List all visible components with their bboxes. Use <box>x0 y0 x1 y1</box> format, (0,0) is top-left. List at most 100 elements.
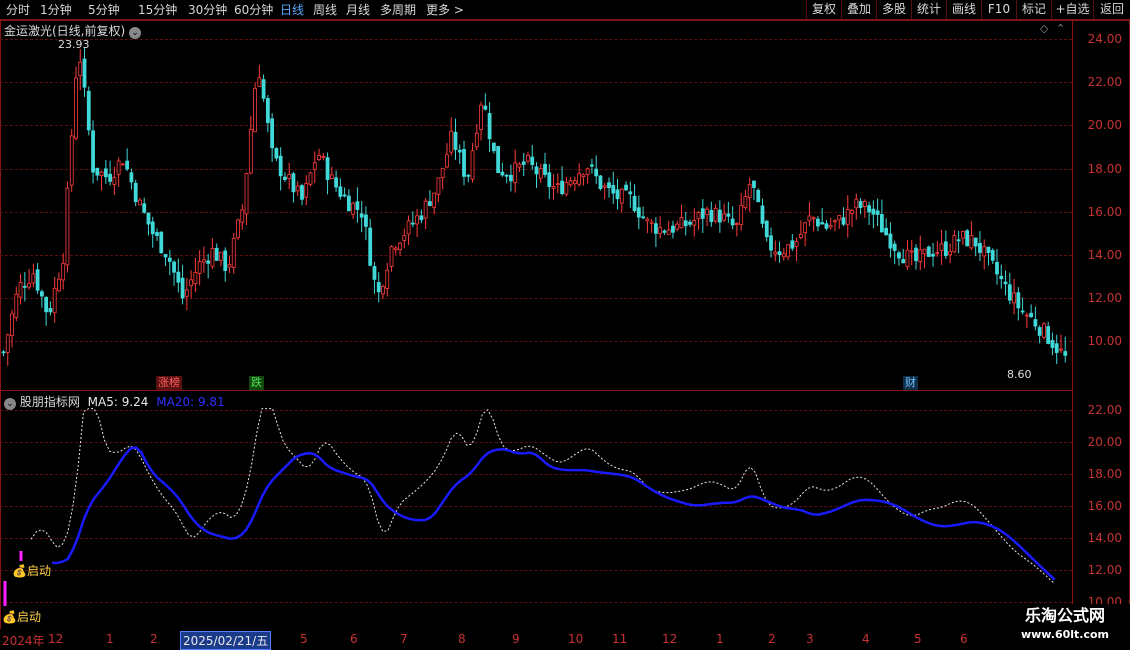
restore-rights-button[interactable]: 复权 <box>806 0 841 19</box>
month-label: 2 <box>150 632 158 646</box>
candle-body <box>163 254 168 258</box>
candle-body <box>364 214 368 227</box>
candle-body <box>705 208 709 216</box>
candle-body <box>999 275 1004 280</box>
draw-line-button[interactable]: 画线 <box>946 0 981 19</box>
period-weekly[interactable]: 周线 <box>313 2 337 18</box>
price-tick: 22.00 <box>1087 75 1122 89</box>
candle-body <box>619 188 624 204</box>
candle-body <box>752 180 756 188</box>
candle-body <box>376 282 381 293</box>
candle-body <box>381 285 385 295</box>
candle-body <box>5 334 10 353</box>
candle-body <box>453 131 458 150</box>
overlay-button[interactable]: 叠加 <box>841 0 876 19</box>
indicator-tick: 16.00 <box>1087 499 1122 513</box>
candle-body <box>265 98 270 124</box>
f10-button[interactable]: F10 <box>981 0 1016 19</box>
candle-body <box>1059 348 1063 351</box>
candle-body <box>671 225 675 233</box>
candle-body <box>86 90 91 131</box>
candle-body <box>538 168 543 179</box>
candle-body <box>176 271 181 283</box>
add-watchlist-button[interactable]: +自选 <box>1051 0 1093 19</box>
candle-body <box>713 207 718 222</box>
candle-body <box>935 252 940 254</box>
month-label: 6 <box>960 632 968 646</box>
statistics-button[interactable]: 统计 <box>911 0 946 19</box>
period-1min[interactable]: 1分钟 <box>40 2 72 18</box>
candle-body <box>948 251 953 256</box>
candle-body <box>31 273 36 284</box>
candle-body <box>790 240 795 249</box>
candle-body <box>726 213 731 217</box>
candle-body <box>730 218 735 226</box>
limit-down-badge[interactable]: 跌 <box>249 376 264 390</box>
period-monthly[interactable]: 月线 <box>346 2 370 18</box>
candle-body <box>602 185 607 188</box>
candle-body <box>103 168 108 178</box>
candle-body <box>466 174 471 177</box>
candle-body <box>897 252 901 259</box>
candle-body <box>624 184 628 191</box>
indicator-chart[interactable] <box>0 391 1072 629</box>
candle-body <box>91 130 95 173</box>
candlestick-chart[interactable] <box>0 21 1072 389</box>
candle-body <box>828 225 833 228</box>
candle-body <box>133 182 138 203</box>
candle-body <box>231 237 236 268</box>
candle-body <box>973 237 978 247</box>
period-5min[interactable]: 5分钟 <box>88 2 120 18</box>
candle-body <box>359 213 364 218</box>
period-intraday[interactable]: 分时 <box>6 2 30 18</box>
candle-body <box>504 174 509 177</box>
price-tick: 16.00 <box>1087 205 1122 219</box>
candle-body <box>585 168 590 176</box>
candle-body <box>483 105 488 110</box>
candle-body <box>82 58 87 88</box>
candle-body <box>44 296 49 313</box>
candle-body <box>978 242 982 253</box>
candle-body <box>1050 340 1055 348</box>
candle-body <box>786 244 790 258</box>
multi-stock-button[interactable]: 多股 <box>876 0 911 19</box>
candle-body <box>184 289 189 297</box>
candle-body <box>572 180 577 185</box>
candle-body <box>794 241 799 247</box>
period-daily[interactable]: 日线 <box>280 2 304 18</box>
candle-body <box>547 172 552 187</box>
candle-body <box>487 113 492 140</box>
candle-body <box>739 205 744 225</box>
candle-body <box>287 174 292 179</box>
candle-body <box>312 162 317 170</box>
candle-body <box>811 217 816 220</box>
candle-body <box>244 172 249 215</box>
candle-body <box>666 229 671 235</box>
candle-body <box>219 251 223 261</box>
period-30min[interactable]: 30分钟 <box>188 2 227 18</box>
candle-body <box>278 155 283 177</box>
mark-button[interactable]: 标记 <box>1016 0 1051 19</box>
period-multi[interactable]: 多周期 <box>380 2 416 18</box>
candle-body <box>995 261 999 275</box>
period-60min[interactable]: 60分钟 <box>234 2 273 18</box>
candle-body <box>1007 284 1012 301</box>
period-more[interactable]: 更多 > <box>426 2 464 18</box>
candle-body <box>368 227 373 266</box>
candle-body <box>129 172 134 183</box>
candle-body <box>1042 323 1046 338</box>
limit-up-badge[interactable]: 涨榜 <box>156 376 182 390</box>
candle-body <box>398 242 402 250</box>
candle-body <box>939 243 944 251</box>
candle-body <box>560 180 564 195</box>
candle-body <box>645 218 650 222</box>
candle-body <box>108 173 112 182</box>
candle-body <box>474 132 479 148</box>
candle-body <box>415 215 420 225</box>
candle-body <box>905 249 910 268</box>
back-button[interactable]: 返回 <box>1093 0 1130 19</box>
candle-body <box>10 313 14 337</box>
period-15min[interactable]: 15分钟 <box>138 2 177 18</box>
candle-body <box>1 351 6 354</box>
financial-badge[interactable]: 财 <box>903 376 918 390</box>
